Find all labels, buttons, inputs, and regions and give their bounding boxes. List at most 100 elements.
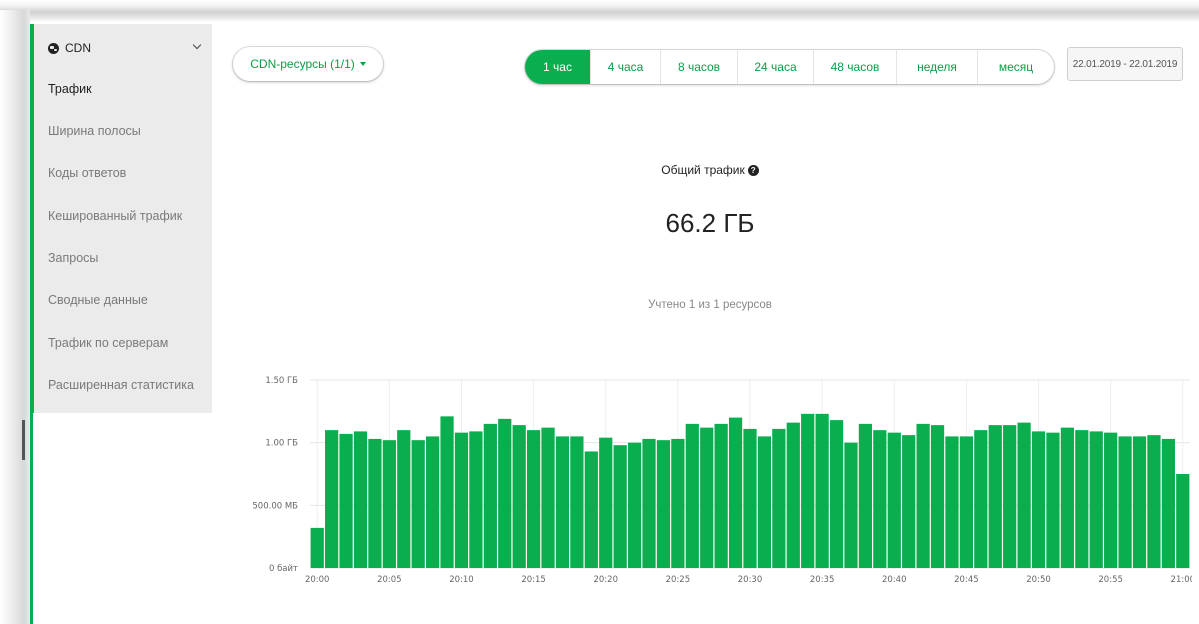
total-traffic-label: Общий трафик ? [600,163,820,177]
chart-bar [1147,435,1161,568]
traffic-bar-chart: 0 байт 500.00 МБ 1.00 ГБ 1.50 ГБ 20:00 20:05 2… [252,376,1192,585]
sidebar-item-summary[interactable]: Сводные данные [48,289,213,311]
chart-bar [700,427,714,568]
x-tick-label: 20:35 [810,575,835,585]
range-1-hour[interactable]: 1 час [525,50,591,84]
sidebar-item-response-codes[interactable]: Коды ответов [48,162,213,184]
window-top-edge [0,0,1199,22]
chart-bar [599,437,613,568]
chart-bar [454,432,469,568]
chart-bar [613,445,627,568]
x-tick-label: 20:50 [1026,575,1051,585]
x-tick-label: 20:20 [593,575,618,585]
chart-bar [945,436,959,568]
chart-bar [801,413,815,568]
chart-bar [526,430,541,568]
chart-bar [902,435,916,568]
help-icon[interactable]: ? [747,164,759,176]
caret-down-icon [359,62,366,66]
cdn-resources-label: CDN-ресурсы (1/1) [250,57,355,71]
sidebar-menu: CDN Трафик Ширина полосы Коды ответов Ке… [30,24,212,413]
x-tick-label: 20:30 [738,575,763,585]
chart-bar [829,420,844,568]
chart-bar [1104,432,1118,568]
chart-bar [1060,427,1074,568]
chart-bar [426,436,440,568]
chart-bar [1161,438,1175,568]
chart-bar [1176,474,1190,568]
sidebar-section-title: CDN [65,41,91,55]
chart-bar [685,423,699,568]
chart-bar [1031,431,1046,568]
resources-counted-note: Учтено 1 из 1 ресурсов [648,299,772,311]
y-tick-label: 1.50 ГБ [265,376,298,386]
chart-bar [627,442,642,568]
chart-bar [728,417,743,568]
sidebar: CDN Трафик Ширина полосы Коды ответов Ке… [30,24,212,624]
chart-bar [656,440,671,568]
cdn-resources-dropdown[interactable]: CDN-ресурсы (1/1) [233,47,383,81]
range-24-hours[interactable]: 24 часа [738,50,814,84]
sidebar-item-traffic[interactable]: Трафик [48,78,213,100]
chart-bar [368,438,382,568]
chart-bar [858,423,873,568]
chart-bar [570,436,584,568]
chart-bar [325,430,339,568]
chart-bar [310,527,324,568]
chart-bar [584,451,598,568]
chart-bar [1118,436,1132,568]
globe-icon [48,42,59,54]
chart-bar [714,423,728,568]
chart-bar [772,428,786,568]
x-tick-label: 20:40 [882,575,907,585]
sidebar-empty-area [30,413,212,624]
chart-bar [382,440,396,568]
chart-bar [844,442,858,568]
x-tick-label: 20:15 [521,575,546,585]
chart-bar [1017,422,1031,568]
range-4-hours[interactable]: 4 часа [591,50,661,84]
chart-bar [469,431,483,568]
x-tick-label: 20:25 [666,575,691,585]
range-month[interactable]: месяц [978,50,1054,84]
chart-bar [440,416,454,568]
chart-bar [1046,432,1060,568]
sidebar-item-server-traffic[interactable]: Трафик по серверам [48,332,213,354]
y-tick-label: 1.00 ГБ [265,439,298,449]
range-8-hours[interactable]: 8 часов [661,50,738,84]
chart-bar [959,436,974,568]
chart-bar [353,431,368,568]
window-left-edge [0,10,30,624]
date-range-picker[interactable]: 22.01.2019 - 22.01.2019 [1067,47,1183,81]
sidebar-section-cdn[interactable]: CDN [48,39,208,57]
chart-bar [916,423,930,568]
chart-bar [671,438,685,568]
chevron-down-icon[interactable] [192,40,202,50]
chart-bar [1132,436,1147,568]
range-48-hours[interactable]: 48 часов [814,50,897,84]
x-tick-label: 20:00 [305,575,330,585]
x-tick-label: 20:05 [377,575,402,585]
window-edge-marker [22,420,25,460]
x-tick-label: 21:00 [1171,575,1192,585]
chart-bar [411,440,425,568]
sidebar-item-cached-traffic[interactable]: Кешированный трафик [48,205,213,227]
range-week[interactable]: неделя [897,50,978,84]
chart-bar [873,430,887,568]
chart-bar [988,425,1002,568]
chart-bar [512,425,526,568]
sidebar-item-bandwidth[interactable]: Ширина полосы [48,120,213,142]
x-tick-label: 20:45 [954,575,979,585]
chart-bar [541,427,555,568]
sidebar-item-requests[interactable]: Запросы [48,247,213,269]
chart-bar [743,428,757,568]
chart-bar [642,438,656,568]
x-tick-label: 20:10 [449,575,474,585]
time-range-selector: 1 час 4 часа 8 часов 24 часа 48 часов не… [525,50,1054,84]
chart-bar [887,432,901,568]
sidebar-item-extended-stats[interactable]: Расширенная статистика [48,374,213,396]
chart-bar [397,430,411,568]
chart-bar [757,436,772,568]
chart-bar [930,425,945,568]
total-traffic-value: 66.2 ГБ [665,208,755,238]
